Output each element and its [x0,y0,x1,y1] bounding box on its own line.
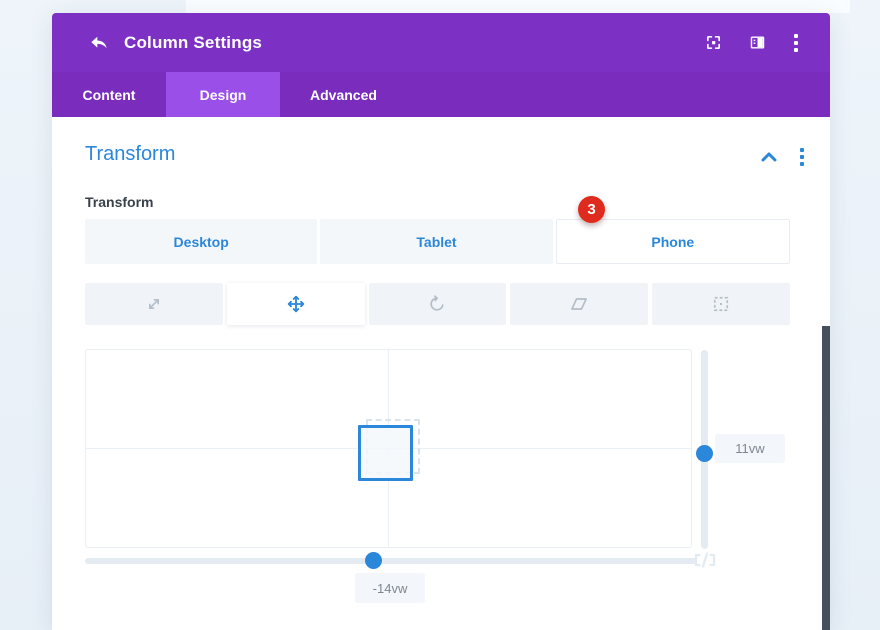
move-icon [286,294,306,314]
modal-header: Column Settings [52,13,830,72]
tab-advanced[interactable]: Advanced [280,72,407,117]
device-tab-desktop[interactable]: Desktop [85,219,317,264]
settings-tabbar: Content Design Advanced [52,72,830,117]
kebab-icon [794,34,798,38]
scale-tool-button[interactable] [85,283,223,325]
step-badge: 3 [578,196,605,223]
vertical-slider-handle[interactable] [696,445,713,462]
rotate-tool-button[interactable] [369,283,507,325]
transform-tool-row [85,283,790,325]
skew-icon [569,294,589,314]
origin-icon [711,294,731,314]
split-view-icon [749,34,766,51]
section-controls [760,146,806,168]
skew-tool-button[interactable] [510,283,648,325]
section-menu-icon [800,148,804,152]
focus-expand-button[interactable] [704,34,722,52]
tab-design[interactable]: Design [166,72,280,117]
column-settings-modal: Column Settings [52,13,830,630]
horizontal-slider-track[interactable] [85,558,697,564]
screen: Column Settings [0,0,880,630]
rotate-icon [427,294,447,314]
back-button[interactable] [88,33,110,53]
modal-scrollbar[interactable] [822,326,830,630]
collapse-chevron-icon [760,150,778,164]
back-icon [88,33,110,53]
section-menu-button[interactable] [798,146,806,168]
transformed-element-square[interactable] [358,425,413,481]
modal-title: Column Settings [124,33,262,53]
device-tabs: Desktop Tablet Phone [85,219,790,264]
translate-tool-button[interactable] [227,283,365,325]
tab-content[interactable]: Content [52,72,166,117]
device-tab-phone[interactable]: Phone [556,219,790,264]
code-icon [693,552,717,568]
device-tab-tablet[interactable]: Tablet [320,219,552,264]
horizontal-slider-handle[interactable] [365,552,382,569]
transform-field-label: Transform [85,194,153,210]
header-actions [704,32,800,54]
split-view-button[interactable] [748,34,766,52]
manual-input-toggle[interactable] [693,552,717,568]
translate-y-value: 11vw [715,434,785,463]
collapse-section-button[interactable] [760,150,778,164]
focus-expand-icon [705,34,722,51]
section-title[interactable]: Transform [85,143,175,166]
header-menu-button[interactable] [792,32,800,54]
transform-canvas[interactable] [85,349,692,548]
origin-tool-button[interactable] [652,283,790,325]
page-behind-modal [186,0,850,13]
translate-x-value: -14vw [355,573,425,603]
scale-icon [144,294,164,314]
